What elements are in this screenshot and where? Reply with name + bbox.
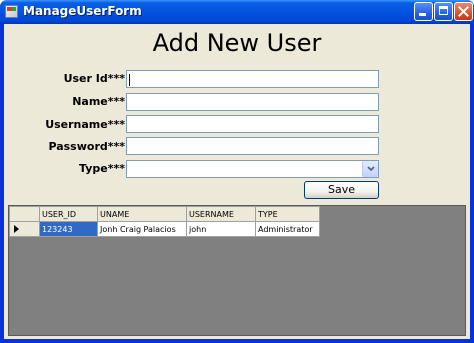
username-input[interactable] (126, 115, 379, 133)
type-dropdown-button[interactable] (362, 161, 378, 177)
close-icon (458, 6, 469, 17)
page-title: Add New User (152, 29, 322, 57)
name-label: Name*** (72, 95, 125, 108)
maximize-icon (439, 6, 448, 15)
users-data-grid[interactable]: USER_ID UNAME USERNAME TYPE 123243 Jonh … (8, 205, 466, 336)
minimize-icon (419, 13, 426, 16)
column-header-user-id[interactable]: USER_ID (39, 206, 98, 222)
save-button[interactable]: Save (304, 181, 379, 199)
password-label: Password*** (48, 140, 125, 153)
manage-user-window: ManageUserForm Add New User User Id*** N… (0, 0, 474, 343)
form-client-area: Add New User User Id*** Name*** Username… (4, 24, 470, 339)
grid-corner-cell[interactable] (9, 206, 40, 222)
maximize-button[interactable] (434, 2, 453, 21)
users-table: USER_ID UNAME USERNAME TYPE 123243 Jonh … (9, 206, 320, 237)
cell-type[interactable]: Administrator (255, 221, 320, 237)
user-id-label: User Id*** (63, 72, 125, 85)
text-caret (129, 74, 130, 86)
row-header[interactable] (9, 221, 40, 237)
column-header-type[interactable]: TYPE (255, 206, 320, 222)
cell-username[interactable]: john (186, 221, 256, 237)
column-header-username[interactable]: USERNAME (186, 206, 256, 222)
user-id-input[interactable] (126, 70, 379, 88)
minimize-button[interactable] (414, 2, 433, 21)
table-header-row: USER_ID UNAME USERNAME TYPE (9, 206, 320, 222)
cell-uname[interactable]: Jonh Craig Palacios (97, 221, 187, 237)
type-select[interactable] (126, 160, 379, 178)
close-button[interactable] (454, 2, 473, 21)
title-bar[interactable]: ManageUserForm (0, 0, 474, 24)
app-form-icon[interactable] (5, 5, 18, 18)
username-label: Username*** (45, 118, 125, 131)
chevron-down-icon (367, 166, 375, 172)
window-title: ManageUserForm (23, 4, 142, 18)
type-label: Type*** (79, 162, 125, 175)
cell-user-id[interactable]: 123243 (39, 221, 98, 237)
name-input[interactable] (126, 93, 379, 111)
column-header-uname[interactable]: UNAME (97, 206, 187, 222)
table-row[interactable]: 123243 Jonh Craig Palacios john Administ… (9, 221, 320, 237)
current-row-arrow-icon (14, 225, 19, 233)
password-input[interactable] (126, 137, 379, 155)
